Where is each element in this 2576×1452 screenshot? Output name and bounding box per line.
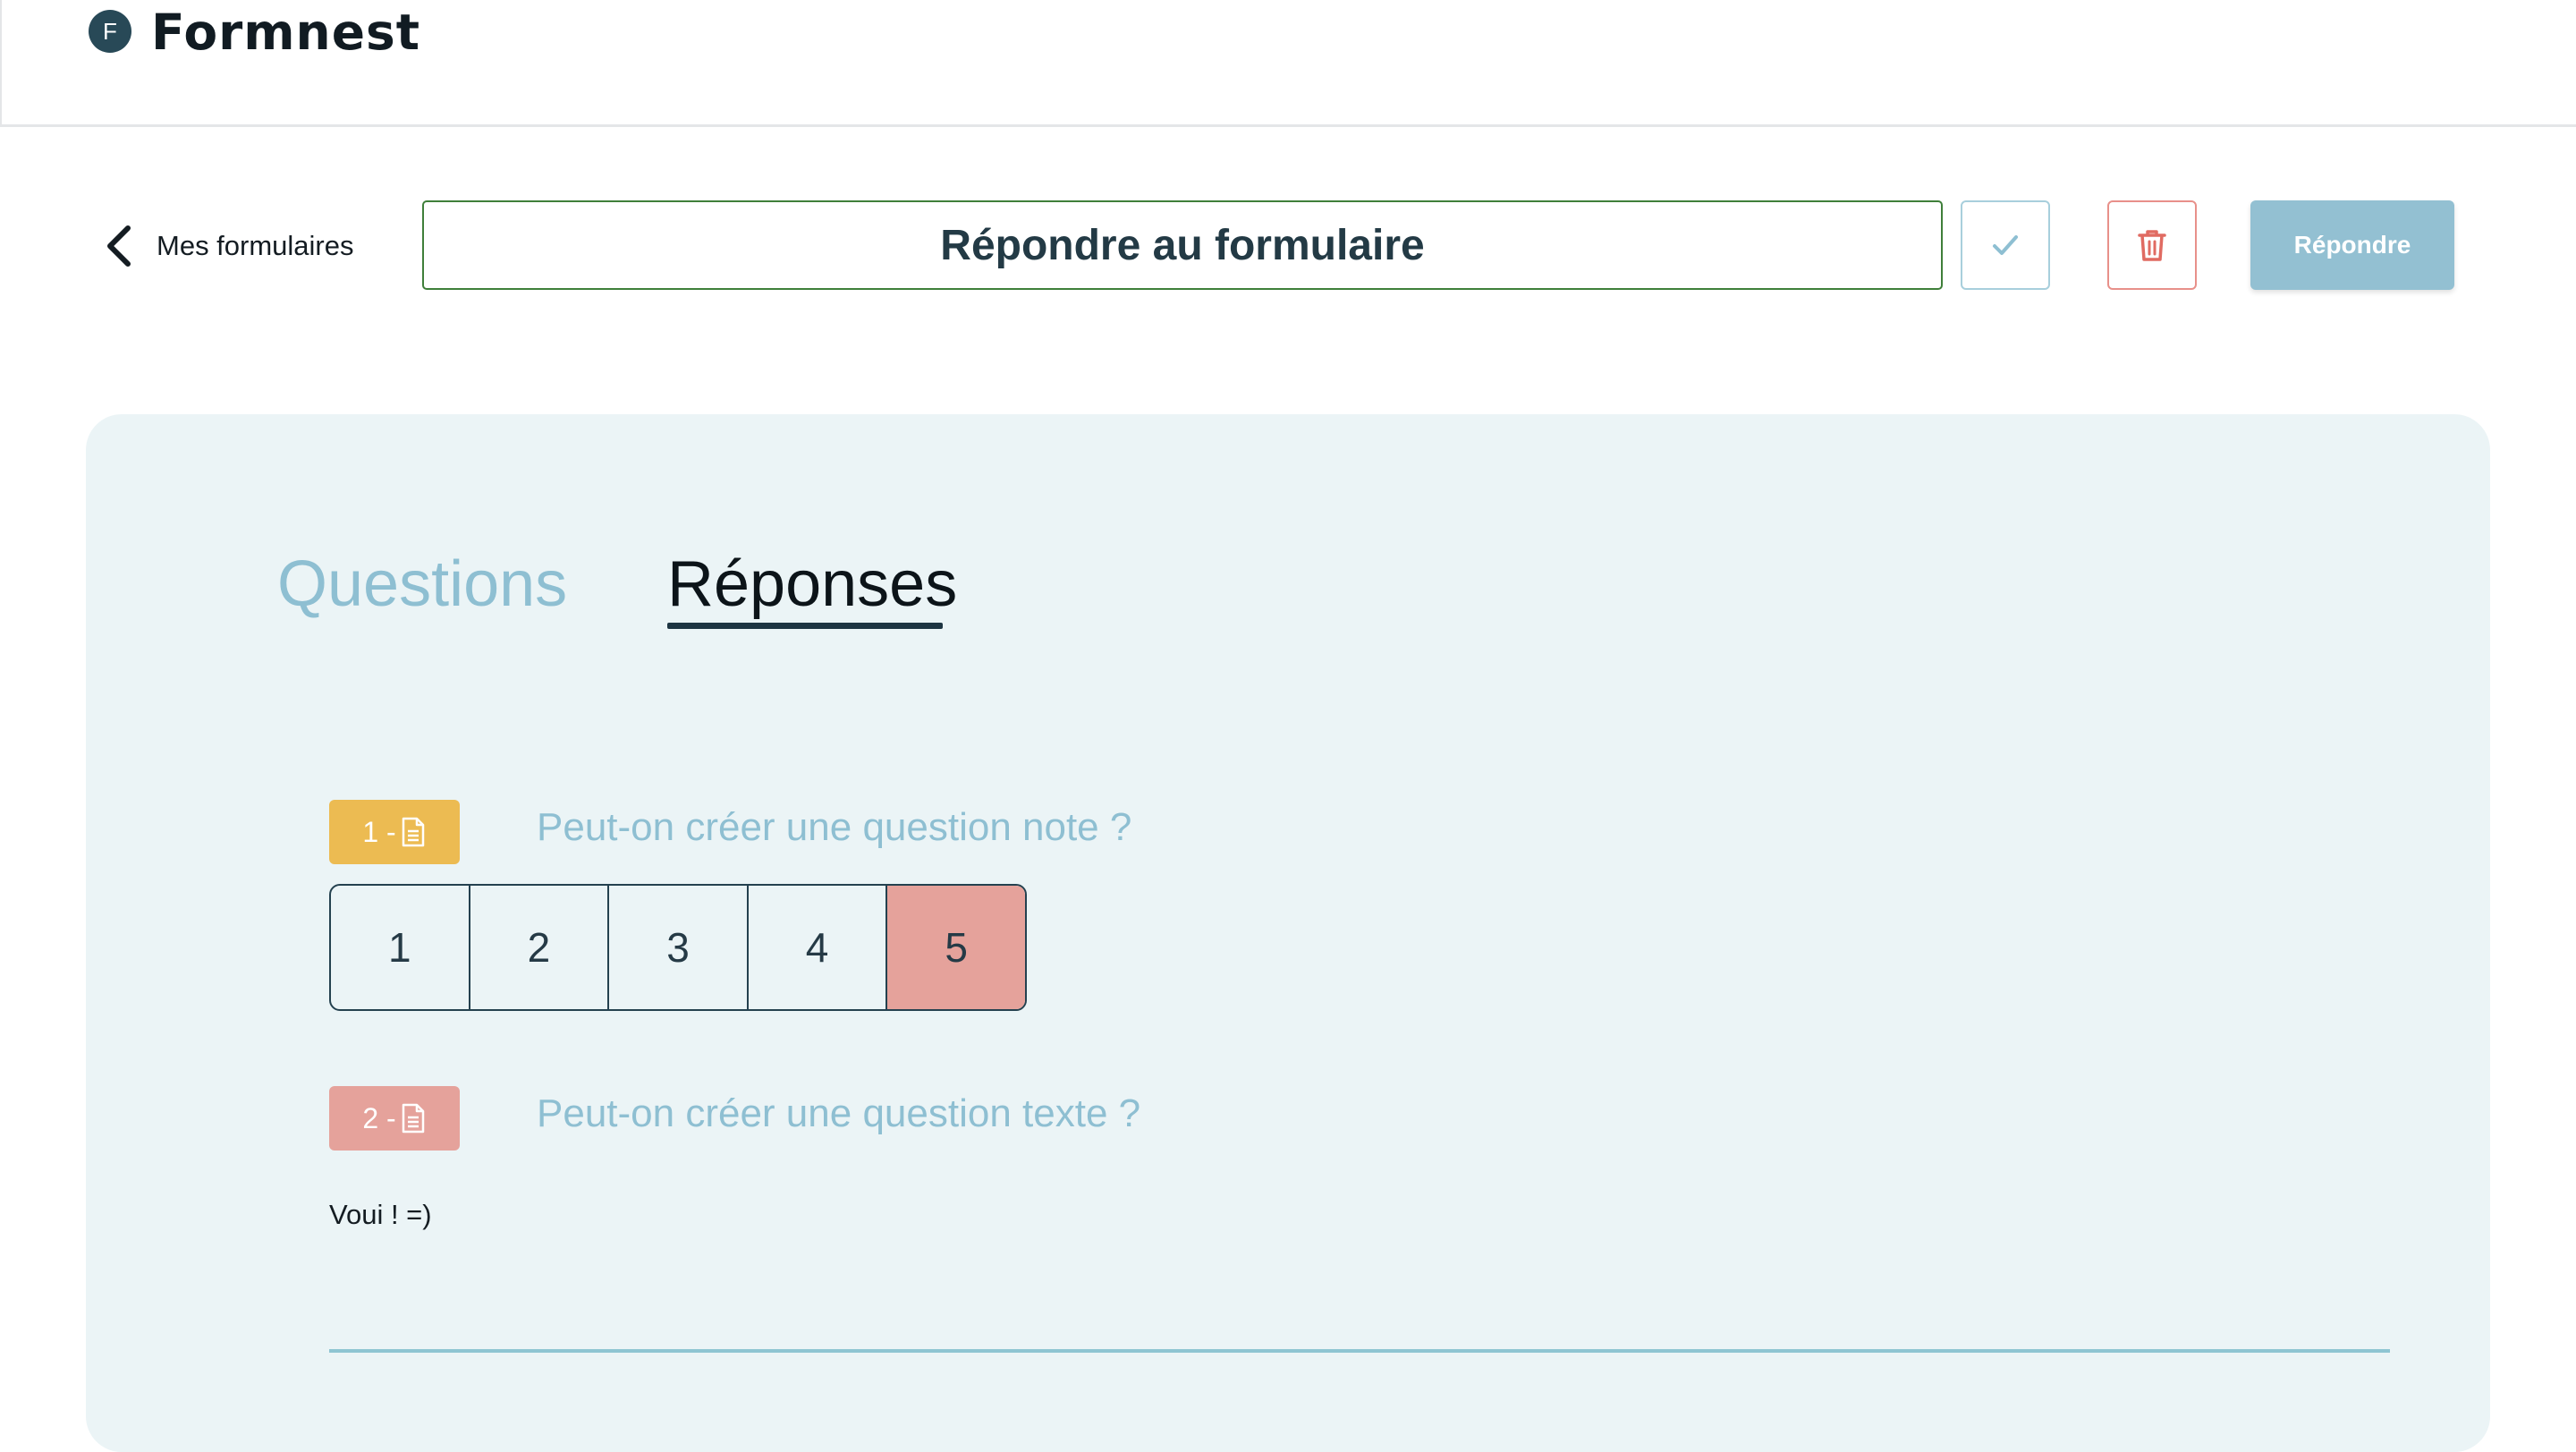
delete-form-button[interactable]	[2107, 200, 2197, 290]
question-number: 2 -	[362, 1101, 396, 1134]
active-tab-indicator	[667, 623, 943, 629]
rating-option-2[interactable]: 2	[470, 886, 610, 1009]
document-icon	[402, 1103, 424, 1134]
trash-icon	[2138, 230, 2166, 261]
form-title-input[interactable]	[422, 200, 1943, 290]
question-text-1: Peut-on créer une question note ?	[537, 805, 1132, 849]
confirm-title-button[interactable]	[1961, 200, 2050, 290]
rating-option-5[interactable]: 5	[887, 886, 1025, 1009]
answer-form-button[interactable]: Répondre	[2250, 200, 2454, 290]
rating-option-4[interactable]: 4	[749, 886, 888, 1009]
tab-responses[interactable]: Réponses	[667, 548, 957, 621]
back-link-label: Mes formulaires	[157, 230, 354, 261]
text-answer: Voui ! =)	[329, 1199, 432, 1230]
back-to-forms-link[interactable]: Mes formulaires	[103, 219, 354, 273]
question-badge-2: 2 -	[329, 1086, 460, 1151]
rating-scale: 1 2 3 4 5	[329, 884, 1027, 1011]
check-icon	[1993, 235, 2018, 255]
answer-underline	[329, 1349, 2390, 1353]
document-icon	[402, 817, 424, 847]
tab-questions[interactable]: Questions	[277, 548, 567, 621]
chevron-left-icon	[107, 225, 131, 267]
app-name[interactable]: Formnest	[151, 4, 420, 61]
rating-option-3[interactable]: 3	[609, 886, 749, 1009]
question-text-2: Peut-on créer une question texte ?	[537, 1091, 1141, 1135]
rating-option-1[interactable]: 1	[331, 886, 470, 1009]
question-number: 1 -	[362, 815, 396, 848]
question-badge-1: 1 -	[329, 800, 460, 864]
logo-icon: F	[89, 10, 131, 53]
top-bar: F Formnest	[0, 0, 2576, 127]
